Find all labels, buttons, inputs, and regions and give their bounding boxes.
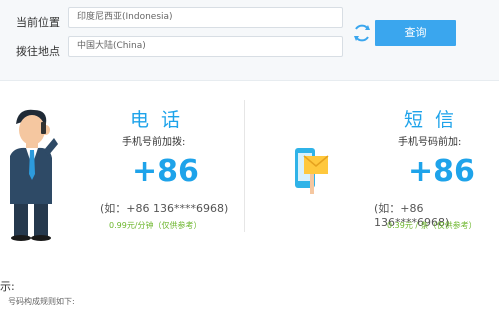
- sms-title: 短信: [404, 109, 467, 131]
- refresh-swap-icon[interactable]: [350, 21, 374, 45]
- notes-subtitle: 号码构成规则如下:: [8, 297, 75, 306]
- businessman-phone-illustration: [10, 109, 58, 241]
- notes-title: 示:: [0, 280, 15, 293]
- phone-example: (如：+86 136****6968): [100, 202, 229, 215]
- section-divider: [244, 100, 245, 232]
- phone-price: 0.99元/分钟（仅供参考）: [109, 221, 202, 230]
- destination-label: 拨往地点: [16, 45, 60, 58]
- sms-envelope-icon: [295, 148, 329, 194]
- phone-title: 电话: [130, 109, 193, 131]
- phone-subtitle: 手机号前加拨:: [122, 137, 186, 148]
- current-location-label: 当前位置: [16, 16, 60, 29]
- query-button[interactable]: 查询: [375, 20, 456, 46]
- destination-select[interactable]: 中国大陆(China): [68, 36, 343, 57]
- sms-country-code: +86: [408, 154, 475, 189]
- current-location-select[interactable]: 印度尼西亚(Indonesia): [68, 7, 343, 28]
- sms-price: 0.39元 / 条（仅供参考）: [387, 221, 477, 230]
- search-panel: 当前位置 印度尼西亚(Indonesia) 拨往地点 中国大陆(China) 查…: [0, 0, 499, 81]
- sms-subtitle: 手机号码前加:: [398, 137, 462, 148]
- phone-country-code: +86: [132, 154, 199, 189]
